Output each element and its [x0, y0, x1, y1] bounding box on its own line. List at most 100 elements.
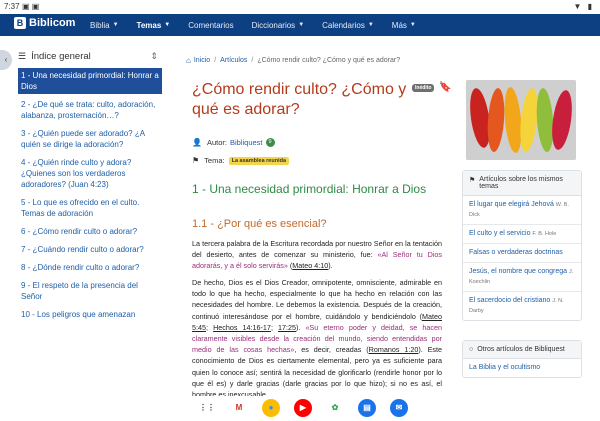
related-article-link[interactable]: El culto y el servicio F. B. Hole — [463, 225, 581, 244]
scripture-ref-link[interactable]: Mateo 4:10 — [292, 261, 328, 270]
related-article-link[interactable]: El sacerdocio del cristiano J. N. Darby — [463, 292, 581, 320]
toc-header: ☰ Índice general ⇕ — [18, 46, 160, 66]
toc-item[interactable]: 10 - Los peligros que amenazan — [18, 307, 162, 322]
breadcrumb-home[interactable]: Inicio — [194, 57, 210, 64]
related-title: El lugar que elegirá Jehová — [469, 201, 554, 208]
nav-temas[interactable]: Temas ▼ — [137, 21, 171, 30]
related-title: Falsas o verdaderas doctrinas — [469, 249, 563, 256]
brand-logo-icon: B — [14, 17, 26, 29]
scripture-ref-link[interactable]: Romanos 1:20 — [369, 345, 419, 354]
leaves-illustration — [466, 80, 576, 160]
author-label: Autor: — [206, 138, 227, 147]
youtube-icon[interactable]: ▶ — [294, 399, 312, 417]
user-icon: 👤 — [192, 138, 202, 147]
related-article-link[interactable]: Falsas o verdaderas doctrinas — [463, 244, 581, 263]
expand-collapse-icon[interactable]: ⇕ — [150, 51, 158, 62]
tema-badge[interactable]: La asamblea reunida — [228, 156, 290, 165]
breadcrumb-current: ¿Cómo rendir culto? ¿Cómo y qué es adora… — [257, 57, 401, 64]
toc-item[interactable]: 7 - ¿Cuándo rendir culto o adorar? — [18, 242, 162, 257]
nav-comentarios[interactable]: Comentarios — [188, 21, 233, 30]
dock-icons: ⋮⋮ M ● ▶ ✿ ▤ ✉ — [198, 399, 422, 417]
top-navbar: B Biblicom Biblia ▼ Temas ▼ Comentarios Di… — [0, 14, 600, 36]
breadcrumb-articulos[interactable]: Artículos — [220, 57, 247, 64]
nav-biblia[interactable]: Biblia ▼ — [90, 21, 119, 30]
author-link[interactable]: Bibliquest — [230, 138, 263, 147]
related-author: F. B. Hole — [532, 231, 557, 237]
section-heading: 1 - Una necesidad primordial: Honrar a D… — [192, 182, 427, 196]
paragraph: La tercera palabra de la Escritura recor… — [192, 239, 442, 271]
notification-icons: ▣ ▣ — [22, 2, 40, 11]
caret-down-icon: ▼ — [409, 22, 416, 28]
related-articles-title: Artículos sobre los mismos temas — [479, 176, 563, 190]
toc-item[interactable]: 3 - ¿Quién puede ser adorado? ¿A quién s… — [18, 126, 162, 152]
nav-diccionarios[interactable]: Diccionarios ▼ — [252, 21, 305, 30]
text: De hecho, Dios es el Dios Creador, omnip… — [192, 278, 442, 321]
toc-item[interactable]: 6 - ¿Cómo rendir culto o adorar? — [18, 224, 162, 239]
photos-icon[interactable]: ✿ — [326, 399, 344, 417]
system-icons: ▼ ▮ — [573, 2, 594, 11]
scripture-ref-link[interactable]: 17:25 — [278, 323, 296, 332]
subsection-heading: 1.1 - ¿Por qué es esencial? — [192, 218, 327, 230]
other-articles-header: ○ Otros artículos de Bibliquest — [463, 341, 581, 359]
tema-label: Tema: — [204, 156, 225, 165]
toc-item[interactable]: 4 - ¿Quién rinde culto y adora? ¿Quienes… — [18, 155, 162, 192]
other-article-link[interactable]: La Biblia y el ocultismo — [463, 359, 581, 377]
nav-mas[interactable]: Más ▼ — [392, 21, 416, 30]
other-title: La Biblia y el ocultismo — [469, 364, 541, 371]
toc-item[interactable]: 9 - El respeto de la presencia del Señor — [18, 278, 162, 304]
nav-calendarios[interactable]: Calendarios ▼ — [322, 21, 374, 30]
toc-item[interactable]: 1 - Una necesidad primordial: Honrar a D… — [18, 68, 162, 94]
toc-item[interactable]: 5 - Lo que es ofrecido en el culto. Tema… — [18, 195, 162, 221]
main-nav: Biblia ▼ Temas ▼ Comentarios Diccionarios ▼… — [90, 14, 416, 36]
scripture-ref-link[interactable]: Hechos 14:16-17 — [213, 323, 271, 332]
article-main: ⌂ Inicio / Artículos / ¿Cómo rendir cult… — [184, 44, 452, 396]
status-bar: 7:37 ▣ ▣ ▼ ▮ — [0, 0, 600, 14]
nav-label: Temas — [136, 20, 162, 30]
toc-item[interactable]: 8 - ¿Dónde rendir culto o adorar? — [18, 260, 162, 275]
breadcrumb: ⌂ Inicio / Artículos / ¿Cómo rendir cult… — [186, 56, 400, 65]
nav-label: Diccionarios — [251, 20, 296, 30]
text: , es decir, creadas ( — [294, 345, 369, 355]
status-time: 7:37 — [4, 2, 20, 11]
chevron-left-icon: ‹ — [4, 55, 8, 64]
related-title: El sacerdocio del cristiano — [469, 297, 551, 304]
chrome-icon[interactable]: ● — [262, 399, 280, 417]
brand-link[interactable]: B Biblicom — [14, 17, 75, 29]
home-icon: ⌂ — [186, 56, 191, 65]
flag-icon: ⚑ — [469, 177, 476, 184]
caret-down-icon: ▼ — [367, 22, 374, 28]
toc-sidebar: ☰ Índice general ⇕ 1 - Una necesidad pri… — [14, 44, 164, 394]
nav-label: Más — [391, 20, 407, 30]
other-articles-title: Otros artículos de Bibliquest — [477, 346, 565, 353]
nav-label: Calendarios — [322, 20, 365, 30]
flag-icon: ⚑ — [192, 156, 200, 165]
author-row: 👤 Autor: Bibliquest 9 — [192, 138, 275, 147]
article-image — [466, 80, 576, 160]
nav-label: Biblia — [90, 20, 110, 30]
related-article-link[interactable]: El lugar que elegirá Jehová W. B. Dick — [463, 196, 581, 225]
brand-name: Biblicom — [29, 17, 76, 29]
collapse-sidebar-button[interactable]: ‹ — [0, 50, 12, 70]
toc-title: Índice general — [31, 50, 91, 62]
related-article-link[interactable]: Jesús, el nombre que congrega J. Koechli… — [463, 263, 581, 292]
android-dock: ⋮⋮ M ● ▶ ✿ ▤ ✉ — [0, 396, 600, 421]
related-articles-header: ⚑ Artículos sobre los mismos temas — [463, 171, 581, 196]
list-icon: ☰ — [18, 50, 27, 61]
messages-icon[interactable]: ✉ — [390, 399, 408, 417]
apps-grid-icon[interactable]: ⋮⋮ — [198, 399, 216, 417]
gmail-icon[interactable]: M — [230, 399, 248, 417]
breadcrumb-separator: / — [251, 57, 254, 64]
toc-item[interactable]: 2 - ¿De qué se trata: culto, adoración, … — [18, 97, 162, 123]
paragraph: De hecho, Dios es el Dios Creador, omnip… — [192, 277, 442, 396]
right-sidebar: ⚑ Artículos sobre los mismos temas El lu… — [462, 44, 584, 396]
inedito-badge: Inédito — [412, 84, 435, 92]
bookmark-icon[interactable]: 🔖 — [439, 82, 451, 93]
caret-down-icon: ▼ — [112, 22, 119, 28]
other-articles-card: ○ Otros artículos de Bibliquest La Bibli… — [462, 340, 582, 378]
tema-row: ⚑ Tema: La asamblea reunida — [192, 156, 290, 165]
related-title: Jesús, el nombre que congrega — [469, 268, 568, 275]
files-icon[interactable]: ▤ — [358, 399, 376, 417]
related-articles-card: ⚑ Artículos sobre los mismos temas El lu… — [462, 170, 582, 321]
article-title: ¿Cómo rendir culto? ¿Cómo y qué es adora… — [192, 81, 407, 118]
circle-icon: ○ — [469, 346, 474, 353]
